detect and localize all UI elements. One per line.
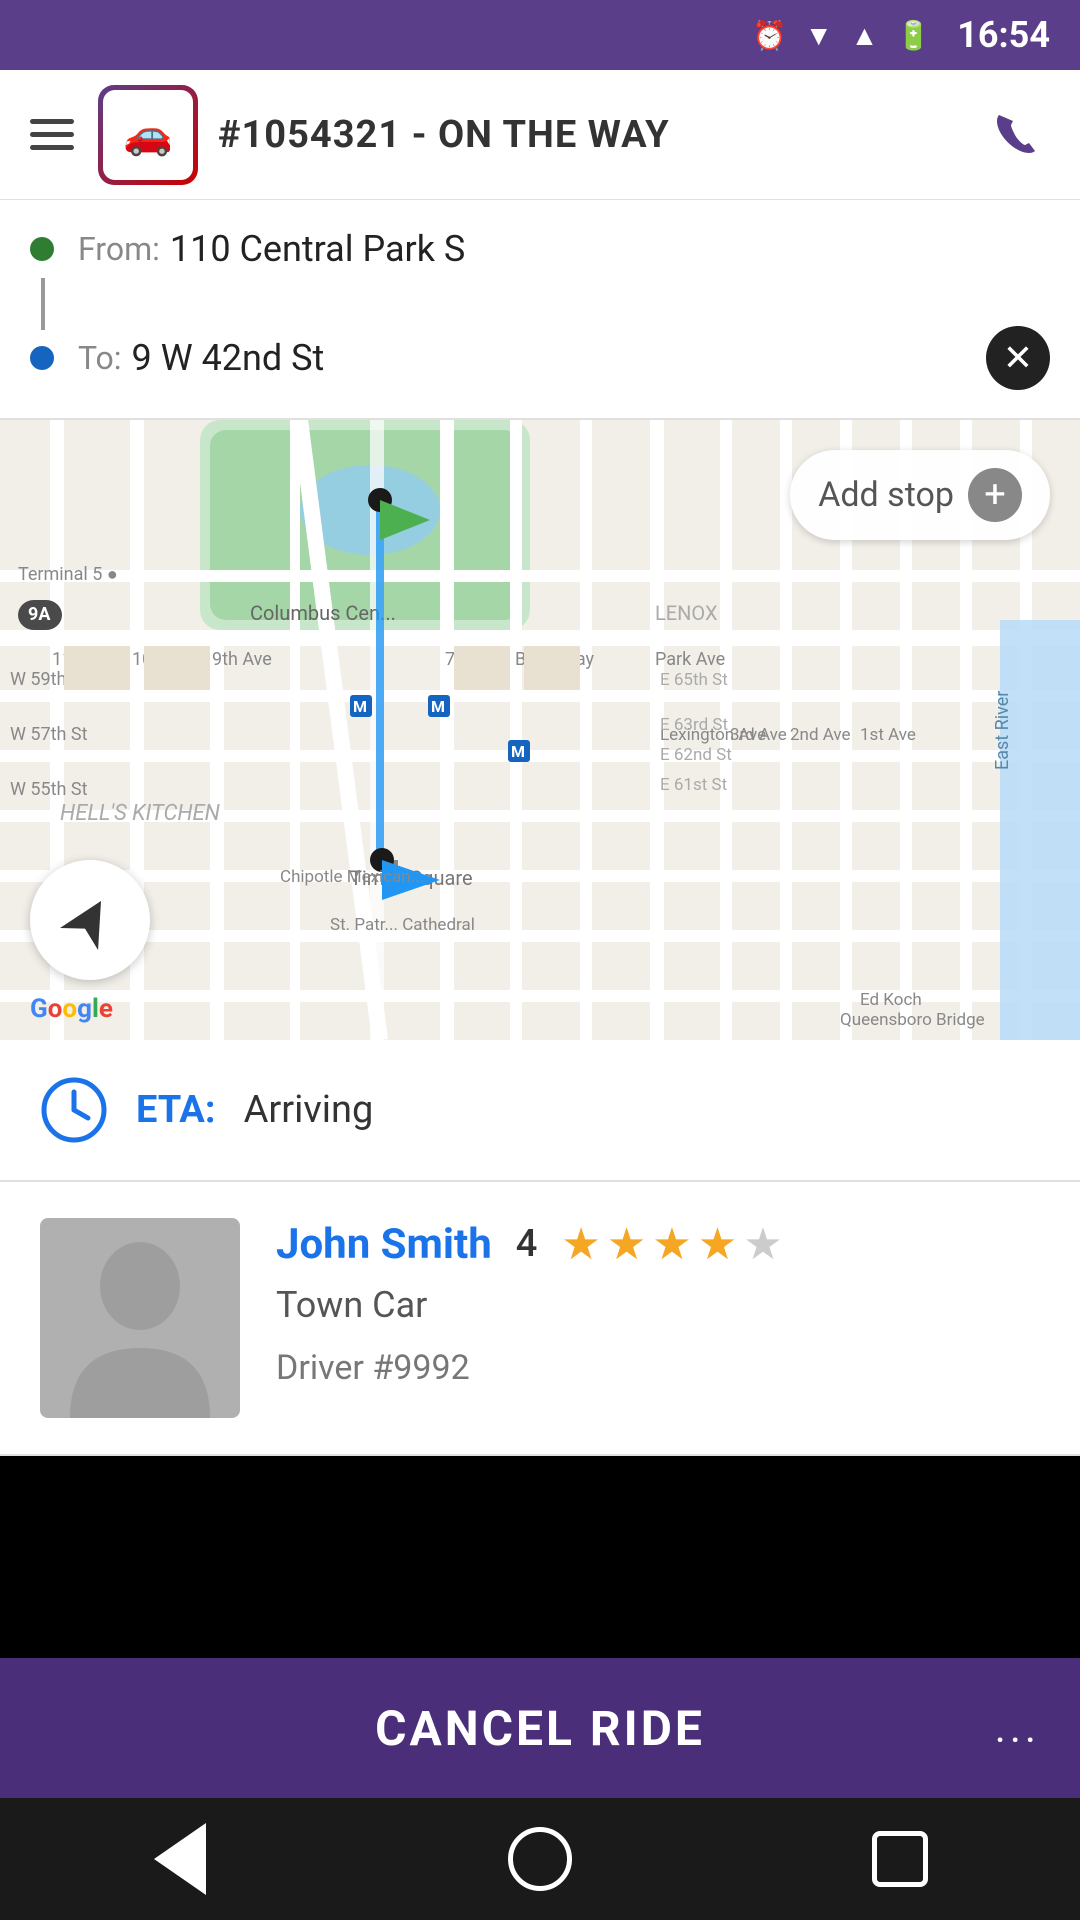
app-logo: 🚗 bbox=[98, 85, 198, 185]
svg-text:Terminal 5 ●: Terminal 5 ● bbox=[18, 564, 118, 585]
svg-text:E 65th St: E 65th St bbox=[660, 670, 728, 690]
svg-text:M: M bbox=[511, 742, 525, 761]
map-section[interactable]: 11th Ave 10th Ave 9th Ave 7th Ave Broadw… bbox=[0, 420, 1080, 1040]
svg-text:LENOX: LENOX bbox=[655, 601, 718, 625]
recents-icon bbox=[872, 1831, 928, 1887]
svg-text:1st Ave: 1st Ave bbox=[860, 725, 916, 745]
nav-title: #1054321 - ON THE WAY bbox=[218, 113, 980, 157]
home-icon bbox=[508, 1827, 572, 1891]
add-stop-button[interactable]: Add stop + bbox=[790, 450, 1050, 540]
svg-text:9A: 9A bbox=[28, 604, 51, 625]
svg-text:Columbus Cen...: Columbus Cen... bbox=[250, 601, 396, 625]
star-4: ★ bbox=[698, 1218, 737, 1270]
svg-text:Ed Koch: Ed Koch bbox=[860, 990, 922, 1010]
svg-text:W 57th St: W 57th St bbox=[10, 724, 88, 745]
to-dot bbox=[30, 346, 54, 370]
driver-section: John Smith 4 ★ ★ ★ ★ ★ Town Car Driver #… bbox=[0, 1182, 1080, 1456]
star-3: ★ bbox=[652, 1218, 691, 1270]
google-logo: Google bbox=[30, 994, 113, 1024]
star-5: ★ bbox=[743, 1218, 782, 1270]
driver-stars: ★ ★ ★ ★ ★ bbox=[561, 1218, 782, 1270]
cancel-ride-button[interactable]: CANCEL RIDE ... bbox=[0, 1658, 1080, 1798]
svg-text:E 62nd St: E 62nd St bbox=[660, 745, 732, 765]
back-button[interactable] bbox=[130, 1819, 230, 1899]
svg-text:E 61st St: E 61st St bbox=[660, 775, 727, 795]
status-time: 16:54 bbox=[957, 14, 1050, 56]
driver-name-row: John Smith 4 ★ ★ ★ ★ ★ bbox=[276, 1218, 1040, 1270]
svg-text:E 63rd St: E 63rd St bbox=[660, 715, 728, 735]
from-address-row[interactable]: From: 110 Central Park S bbox=[0, 200, 1080, 298]
svg-text:9th Ave: 9th Ave bbox=[212, 649, 272, 670]
address-section: From: 110 Central Park S To: 9 W 42nd St… bbox=[0, 200, 1080, 420]
driver-car-type: Town Car bbox=[276, 1284, 1040, 1326]
recents-button[interactable] bbox=[850, 1819, 950, 1899]
more-options-icon[interactable]: ... bbox=[995, 1704, 1040, 1753]
address-connector bbox=[41, 278, 45, 330]
eta-label: ETA: bbox=[136, 1088, 216, 1132]
to-address-row[interactable]: To: 9 W 42nd St ✕ bbox=[0, 298, 1080, 418]
add-stop-label: Add stop bbox=[818, 475, 954, 515]
add-stop-plus-icon: + bbox=[968, 468, 1022, 522]
svg-text:Queensboro Bridge: Queensboro Bridge bbox=[840, 1010, 985, 1030]
driver-avatar bbox=[40, 1218, 240, 1418]
alarm-icon: ⏰ bbox=[752, 19, 787, 52]
eta-clock-icon bbox=[40, 1076, 108, 1144]
svg-text:M: M bbox=[353, 697, 367, 716]
svg-text:Chipotle Mexican...: Chipotle Mexican... bbox=[280, 867, 424, 887]
home-button[interactable] bbox=[490, 1819, 590, 1899]
battery-icon: 🔋 bbox=[896, 19, 931, 52]
phone-button[interactable] bbox=[980, 100, 1050, 170]
star-2: ★ bbox=[607, 1218, 646, 1270]
back-icon bbox=[154, 1823, 206, 1895]
to-label: To: bbox=[78, 339, 122, 377]
bottom-nav bbox=[0, 1798, 1080, 1920]
svg-text:East River: East River bbox=[992, 691, 1013, 770]
to-value: 9 W 42nd St bbox=[132, 337, 325, 379]
eta-value: Arriving bbox=[244, 1088, 374, 1132]
svg-text:St. Patr... Cathedral: St. Patr... Cathedral bbox=[330, 915, 475, 935]
from-label: From: bbox=[78, 230, 160, 268]
from-value: 110 Central Park S bbox=[170, 228, 465, 270]
eta-section: ETA: Arriving bbox=[0, 1040, 1080, 1182]
nav-bar: 🚗 #1054321 - ON THE WAY bbox=[0, 70, 1080, 200]
driver-info: John Smith 4 ★ ★ ★ ★ ★ Town Car Driver #… bbox=[276, 1218, 1040, 1388]
driver-rating-number: 4 bbox=[516, 1222, 538, 1266]
status-bar: ⏰ ▼ ▲ 🔋 16:54 bbox=[0, 0, 1080, 70]
signal-icon: ▲ bbox=[851, 19, 879, 52]
svg-text:HELL'S KITCHEN: HELL'S KITCHEN bbox=[60, 801, 221, 826]
close-icon: ✕ bbox=[1003, 340, 1033, 376]
svg-text:M: M bbox=[431, 697, 445, 716]
svg-text:W 55th St: W 55th St bbox=[10, 779, 88, 800]
from-dot bbox=[30, 237, 54, 261]
clear-destination-button[interactable]: ✕ bbox=[986, 326, 1050, 390]
driver-name: John Smith bbox=[276, 1220, 492, 1269]
menu-icon[interactable] bbox=[30, 119, 74, 150]
svg-text:2nd Ave: 2nd Ave bbox=[790, 725, 851, 745]
star-1: ★ bbox=[561, 1218, 600, 1270]
location-button[interactable] bbox=[30, 860, 150, 980]
wifi-icon: ▼ bbox=[805, 19, 833, 52]
cancel-label: CANCEL RIDE bbox=[0, 1700, 1080, 1757]
svg-text:3rd Ave: 3rd Ave bbox=[730, 725, 787, 745]
map-container: 11th Ave 10th Ave 9th Ave 7th Ave Broadw… bbox=[0, 420, 1080, 1040]
driver-number: Driver #9992 bbox=[276, 1348, 1040, 1388]
svg-text:Park Ave: Park Ave bbox=[655, 649, 725, 670]
